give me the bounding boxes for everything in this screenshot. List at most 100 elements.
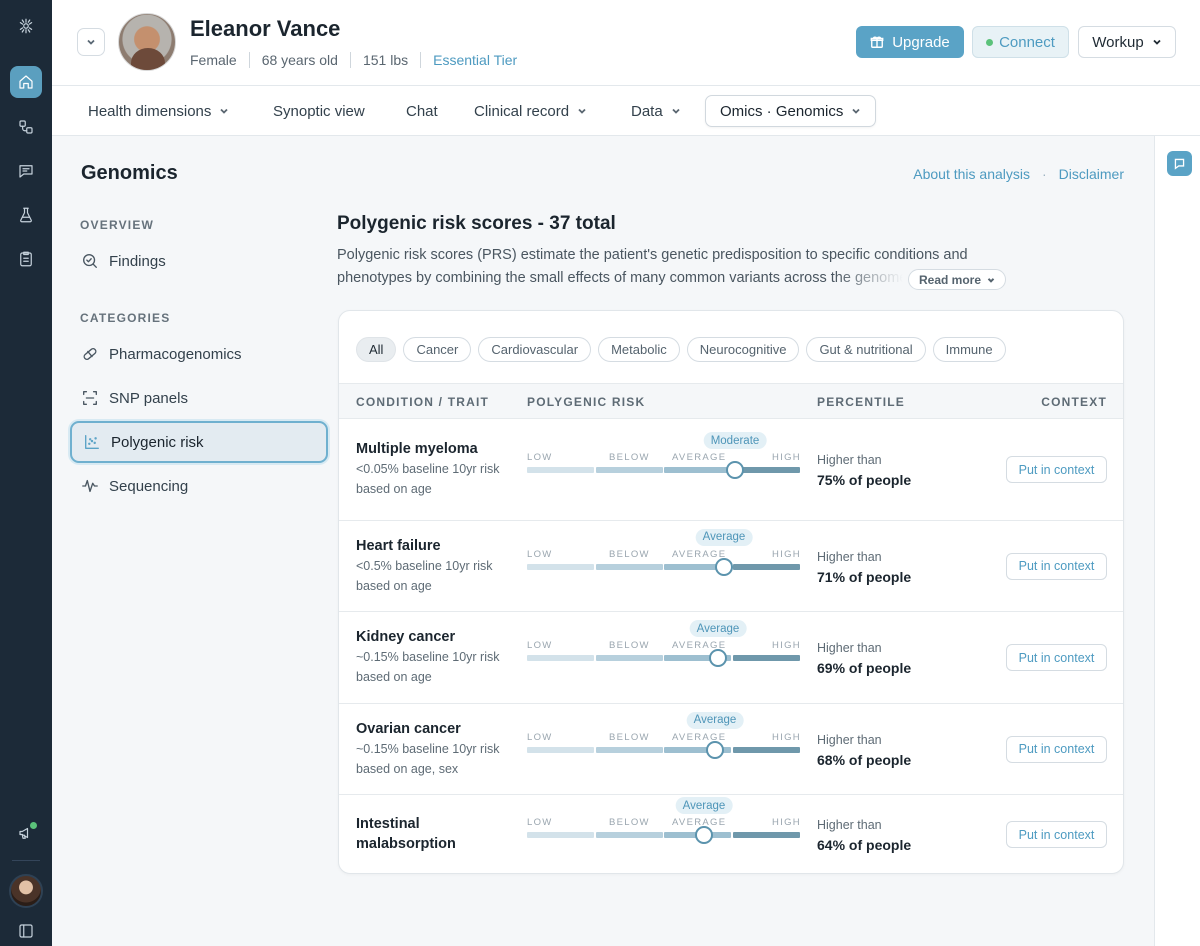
condition-name: Intestinal malabsorption — [356, 816, 456, 852]
tab-label: Health dimensions — [88, 102, 212, 120]
condition-name: Ovarian cancer — [356, 720, 461, 737]
scale-label: HIGH — [772, 452, 801, 463]
top-links: About this analysis · Disclaimer — [913, 166, 1124, 182]
scale-segment — [732, 563, 800, 570]
patient-switcher-button[interactable] — [77, 28, 105, 56]
scatter-icon — [85, 435, 99, 449]
scale-segment — [732, 655, 800, 661]
tab-synoptic-view[interactable]: Synoptic view — [273, 86, 365, 136]
rail-divider — [12, 860, 40, 861]
sidebar-item-polygenic-risk[interactable]: Polygenic risk — [70, 421, 328, 463]
percentile-value: 68% of people — [817, 751, 912, 768]
condition-name: Multiple myeloma — [356, 441, 478, 457]
column-header-percentile[interactable]: PERCENTILE — [817, 395, 905, 409]
sidebar-item-snp-panels[interactable]: SNP panels — [70, 377, 328, 419]
scale-label: LOW — [527, 548, 553, 560]
patient-header: Eleanor Vance Female 68 years old 151 lb… — [52, 0, 1200, 86]
risk-gauge: Average LOW BELOW AVERAGE HIGH — [527, 797, 801, 857]
messages-icon[interactable] — [10, 155, 42, 187]
patient-meta: Female 68 years old 151 lbs Essential Ti… — [190, 52, 529, 68]
condition-cell: Ovarian cancer ~0.15% baseline 10yr risk b… — [356, 719, 516, 779]
scale-label: HIGH — [772, 640, 801, 651]
workup-dropdown[interactable]: Workup — [1078, 26, 1176, 58]
prs-description-line-1: Polygenic risk scores (PRS) estimate the… — [337, 247, 968, 263]
chevron-down-icon — [852, 108, 860, 114]
percentile-value: 64% of people — [817, 837, 912, 853]
column-header-condition[interactable]: CONDITION / TRAIT — [356, 395, 489, 409]
scale-segment — [527, 467, 594, 473]
disclaimer-link[interactable]: Disclaimer — [1059, 166, 1124, 182]
filter-chip[interactable]: Immune — [932, 337, 1006, 362]
percentile-prefix: Higher than — [817, 453, 882, 467]
clipboard-icon[interactable] — [10, 243, 42, 275]
risk-marker — [695, 826, 713, 844]
put-in-context-button[interactable]: Put in context — [1006, 552, 1107, 580]
scale-segment — [527, 746, 594, 753]
prs-description: Polygenic risk scores (PRS) estimate the… — [337, 244, 987, 290]
read-more-button[interactable]: Read more — [908, 269, 1007, 290]
filter-chip[interactable]: All — [356, 337, 397, 362]
category-filters: All Cancer Cardiovascular Metabolic Neurocog… — [356, 337, 1006, 362]
user-avatar[interactable] — [9, 874, 43, 908]
column-header-context: CONTEXT — [1041, 395, 1107, 409]
baseline-basis: based on age, sex — [356, 761, 459, 776]
put-in-context-button[interactable]: Put in context — [1006, 456, 1107, 483]
scale-label: LOW — [527, 640, 553, 651]
risk-gauge: Average LOW BELOW AVERAGE HIGH — [527, 711, 801, 772]
patient-tier-link[interactable]: Essential Tier — [420, 52, 529, 68]
filter-chip[interactable]: Cardiovascular — [478, 337, 592, 362]
scale-label: LOW — [527, 452, 553, 463]
column-header-risk[interactable]: POLYGENIC RISK — [527, 395, 645, 409]
workflow-icon[interactable] — [10, 111, 42, 143]
filter-chip[interactable]: Cancer — [403, 337, 472, 362]
tab-health-dimensions[interactable]: Health dimensions — [88, 86, 229, 136]
percentile-cell: Higher than 68% of people — [817, 730, 911, 770]
put-in-context-button[interactable]: Put in context — [1006, 735, 1107, 763]
filter-chip[interactable]: Metabolic — [598, 337, 680, 362]
home-icon[interactable] — [10, 66, 42, 98]
sidebar-toggle-icon[interactable] — [10, 918, 42, 944]
scale-label: BELOW — [609, 640, 650, 651]
connect-button[interactable]: Connect — [972, 26, 1069, 58]
about-analysis-link[interactable]: About this analysis — [913, 166, 1030, 182]
scale-segment — [527, 832, 594, 838]
flask-icon[interactable] — [10, 199, 42, 231]
tab-clinical-record[interactable]: Clinical record — [474, 86, 587, 136]
patient-name: Eleanor Vance — [190, 16, 341, 41]
put-in-context-button[interactable]: Put in context — [1006, 644, 1107, 671]
tab-label: Data — [631, 102, 663, 120]
left-rail — [0, 0, 52, 946]
percentile-prefix: Higher than — [817, 732, 882, 747]
sidebar-item-findings[interactable]: Findings — [70, 240, 328, 282]
filter-chip[interactable]: Neurocognitive — [686, 337, 800, 362]
prs-description-line-2: phenotypes by combining the small effect… — [337, 270, 903, 286]
chevron-down-icon — [1153, 39, 1161, 45]
prs-title: Polygenic risk scores - 37 total — [337, 213, 616, 234]
prs-table-card: All Cancer Cardiovascular Metabolic Neurocog… — [338, 310, 1124, 874]
tab-omics-genomics[interactable]: Omics · Genomics — [705, 95, 877, 127]
sidebar-item-sequencing[interactable]: Sequencing — [70, 465, 328, 507]
search-icon — [83, 254, 97, 268]
percentile-prefix: Higher than — [817, 818, 882, 832]
scale-label: BELOW — [609, 548, 650, 560]
baseline-basis: based on age — [356, 670, 432, 684]
sidebar-item-pharmacogenomics[interactable]: Pharmacogenomics — [70, 333, 328, 375]
announcements-icon[interactable] — [10, 817, 42, 849]
main-nav: Health dimensions Synoptic view Chat Cli… — [52, 86, 1200, 136]
tab-data[interactable]: Data — [631, 86, 681, 136]
page-title: Genomics — [81, 162, 178, 184]
chat-panel-button[interactable] — [1167, 151, 1192, 176]
chevron-down-icon — [672, 108, 680, 114]
app-logo-icon[interactable] — [10, 10, 42, 42]
percentile-value: 71% of people — [817, 568, 912, 585]
chevron-down-icon — [220, 108, 229, 114]
scale-label: BELOW — [609, 452, 650, 463]
workup-label: Workup — [1092, 33, 1144, 51]
upgrade-button[interactable]: Upgrade — [856, 26, 964, 58]
tab-chat[interactable]: Chat — [406, 86, 438, 136]
filter-chip[interactable]: Gut & nutritional — [806, 337, 926, 362]
scale-label: HIGH — [772, 731, 801, 743]
put-in-context-button[interactable]: Put in context — [1006, 821, 1107, 848]
scale-segment — [595, 467, 663, 473]
read-more-label: Read more — [919, 272, 982, 287]
